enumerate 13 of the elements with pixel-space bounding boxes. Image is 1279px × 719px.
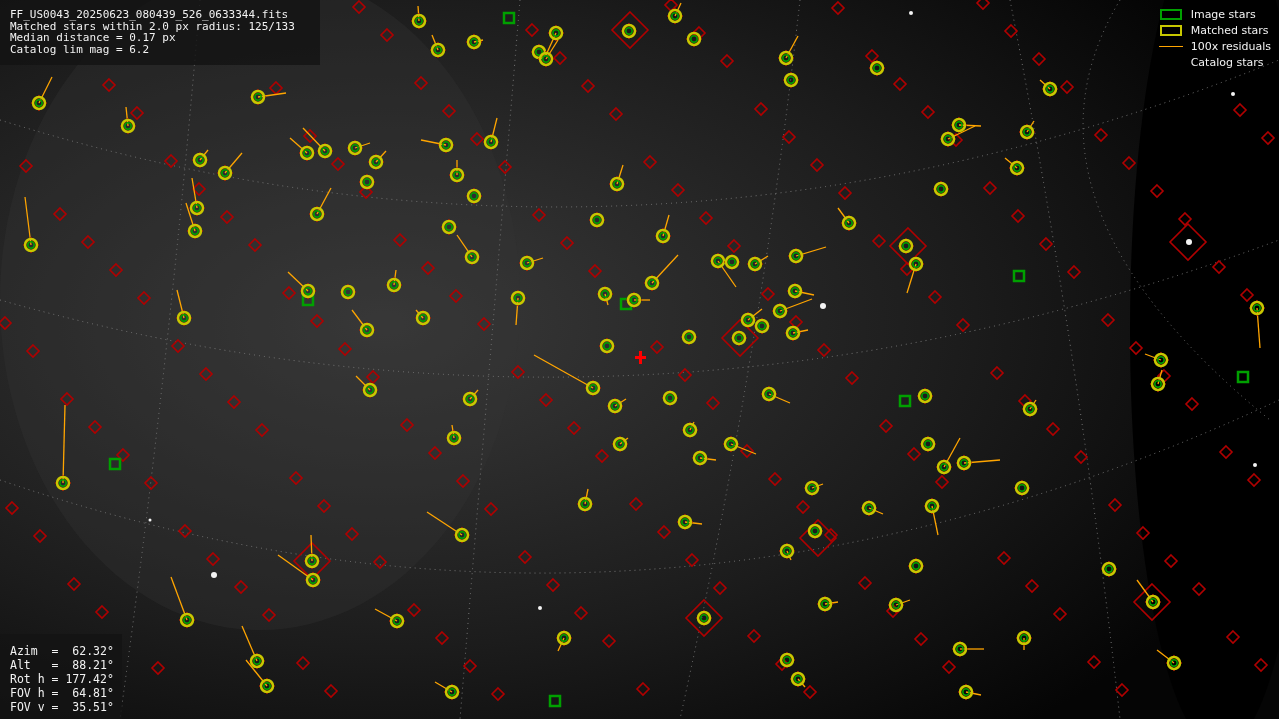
info-text: Matched stars within 2.0 px radius: 125/133 [10,20,296,32]
info-text: Rot h = 177.42° [10,673,112,685]
info-text: Median distance = 0.17 px [10,32,176,44]
info-text: FOV v = 35.51° [10,701,112,713]
info-text: Catalog lim mag = 6.2 [10,43,151,55]
info-text: Azim = 62.32° [10,645,112,657]
legend-label: Image stars [1190,8,1256,21]
legend-label: 100x residuals [1190,40,1271,53]
info-text: FF_US0043_20250623_080439_526_0633344.fits [10,9,290,21]
legend-label: Catalog stars [1190,56,1264,69]
info-text: FOV h = 64.81° [10,687,112,699]
info-text: Alt = 88.21° [10,659,112,671]
legend-label: Matched stars [1190,24,1269,37]
